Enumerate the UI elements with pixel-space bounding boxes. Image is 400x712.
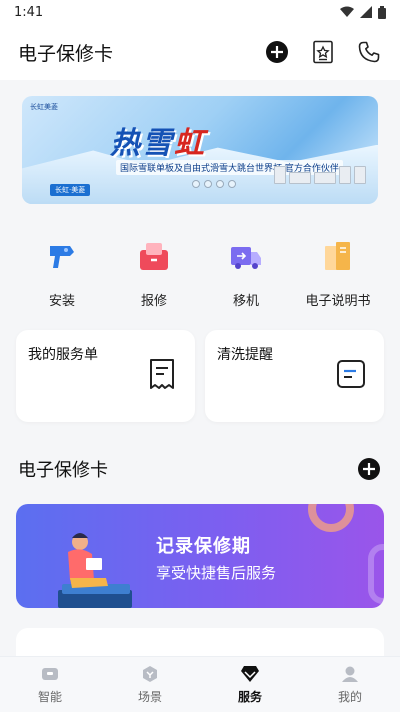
banner-appliances-graphic (274, 166, 366, 184)
phone-icon (358, 41, 380, 63)
page-title: 电子保修卡 (18, 42, 114, 65)
note-icon (337, 360, 365, 388)
manual-icon (318, 236, 358, 276)
app-header: 电子保修卡 (0, 24, 400, 80)
star-document-icon (313, 40, 333, 64)
promo-banner[interactable]: 长虹美菱 热雪虹 国际雪联单板及自由式滑雪大跳台世界杯 官方合作伙伴 长虹·美菱 (22, 96, 378, 204)
plus-circle-icon (266, 41, 288, 63)
wifi-icon (340, 6, 354, 17)
quick-action-move[interactable]: 移机 (201, 230, 291, 320)
battery-icon (378, 5, 386, 19)
quick-action-repair[interactable]: 报修 (109, 230, 199, 320)
status-bar: 1:41 (0, 0, 400, 24)
quick-actions: 安装 报修 移机 电子说明书 (0, 230, 400, 320)
status-time: 1:41 (14, 4, 44, 20)
tab-scene[interactable]: 场景 (115, 664, 185, 705)
cleaning-reminder-card[interactable]: 清洗提醒 (205, 330, 384, 422)
banner-logo: 长虹美菱 (30, 103, 58, 111)
add-warranty-button[interactable] (356, 456, 382, 482)
service-diamond-icon (240, 664, 260, 684)
next-card-peek (16, 628, 384, 658)
warranty-section-header: 电子保修卡 (18, 456, 382, 482)
tab-service[interactable]: 服务 (215, 664, 285, 705)
bottom-tab-bar: 智能 场景 服务 我的 (0, 656, 400, 712)
smart-icon (40, 664, 60, 684)
profile-icon (340, 664, 360, 684)
service-cards: 我的服务单 清洗提醒 (16, 330, 384, 422)
repair-icon (134, 236, 174, 276)
tab-profile[interactable]: 我的 (315, 664, 385, 705)
install-icon (42, 236, 82, 276)
section-title: 电子保修卡 (18, 460, 108, 481)
plus-circle-icon (358, 458, 380, 480)
move-truck-icon (226, 236, 266, 276)
receipt-icon (150, 359, 174, 389)
banner-pagination (192, 180, 236, 188)
cellular-icon (360, 6, 372, 18)
add-button[interactable] (264, 39, 290, 65)
promo-title: 记录保修期 (156, 536, 251, 557)
quick-action-manual[interactable]: 电子说明书 (293, 230, 383, 320)
banner-tag: 长虹·美菱 (50, 184, 91, 196)
favorites-button[interactable] (310, 39, 336, 65)
tab-smart[interactable]: 智能 (15, 664, 85, 705)
quick-action-install[interactable]: 安装 (17, 230, 107, 320)
person-reading-illustration (58, 533, 132, 608)
promo-subtitle: 享受快捷售后服务 (156, 564, 277, 582)
scene-icon (140, 664, 160, 684)
banner-heading: 热雪虹 (110, 126, 206, 161)
record-warranty-card[interactable]: 记录保修期 享受快捷售后服务 (16, 504, 384, 608)
my-service-orders-card[interactable]: 我的服务单 (16, 330, 195, 422)
call-button[interactable] (356, 39, 382, 65)
